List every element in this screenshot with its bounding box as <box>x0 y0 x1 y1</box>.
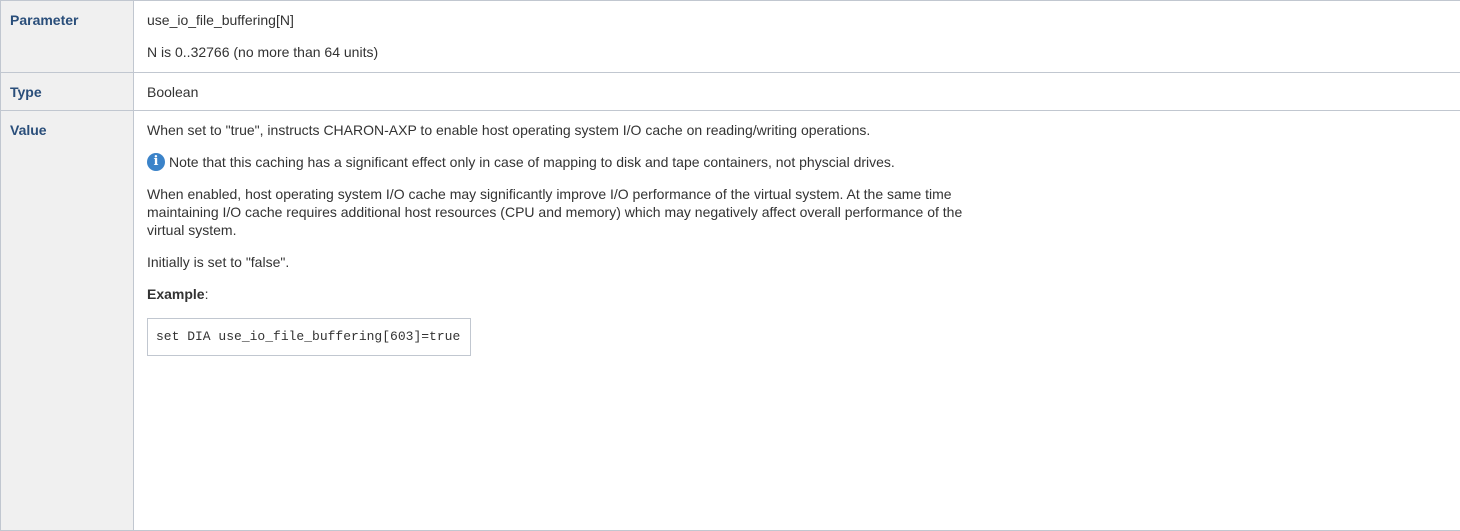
info-icon: i <box>147 153 165 171</box>
parameter-header-cell: Parameter <box>1 1 134 73</box>
example-colon: : <box>205 286 209 302</box>
info-note-text: Note that this caching has a significant… <box>169 153 895 171</box>
value-header-cell: Value <box>1 111 134 531</box>
parameter-row: Parameter use_io_file_buffering[N] N is … <box>1 1 1460 73</box>
initial-value-text: Initially is set to "false". <box>147 253 1460 271</box>
value-row: Value When set to "true", instructs CHAR… <box>1 111 1460 531</box>
value-label: Value <box>1 111 133 139</box>
example-code-block: set DIA use_io_file_buffering[603]=true <box>147 318 471 356</box>
type-row: Type Boolean <box>1 73 1460 111</box>
parameter-table: Parameter use_io_file_buffering[N] N is … <box>0 0 1460 531</box>
parameter-range: N is 0..32766 (no more than 64 units) <box>147 43 1460 61</box>
parameter-name: use_io_file_buffering[N] <box>147 11 1460 29</box>
example-label: Example <box>147 286 205 302</box>
type-header-cell: Type <box>1 73 134 111</box>
info-note: i Note that this caching has a significa… <box>147 153 1460 171</box>
details-paragraph: When enabled, host operating system I/O … <box>147 185 1460 239</box>
details-line-1: When enabled, host operating system I/O … <box>147 185 1460 203</box>
details-line-3: virtual system. <box>147 221 1460 239</box>
parameter-label: Parameter <box>1 1 133 29</box>
parameter-value-cell: use_io_file_buffering[N] N is 0..32766 (… <box>134 1 1460 73</box>
value-value-cell: When set to "true", instructs CHARON-AXP… <box>134 111 1460 531</box>
value-intro: When set to "true", instructs CHARON-AXP… <box>147 121 1460 139</box>
example-heading: Example: <box>147 285 1460 303</box>
type-value: Boolean <box>147 83 1460 101</box>
type-value-cell: Boolean <box>134 73 1460 111</box>
details-line-2: maintaining I/O cache requires additiona… <box>147 203 1460 221</box>
type-label: Type <box>1 73 133 101</box>
